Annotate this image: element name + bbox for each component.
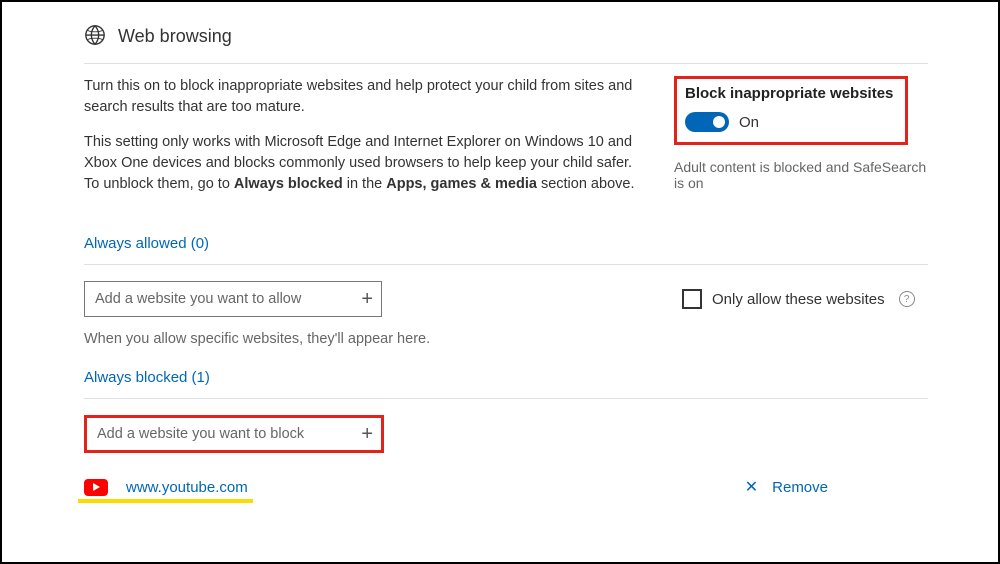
allow-input-container[interactable]: + [84,281,382,317]
block-input-container[interactable]: + [84,415,384,453]
remove-button[interactable]: ✕ Remove [745,477,828,497]
section-header: Web browsing [84,24,928,49]
help-icon[interactable]: ? [899,291,915,307]
close-icon: ✕ [745,477,758,497]
only-allow-label: Only allow these websites [712,291,885,308]
always-allowed-link[interactable]: Always allowed (0) [84,235,928,252]
only-allow-checkbox[interactable] [682,289,702,309]
plus-icon[interactable]: + [361,288,373,311]
toggle-state-label: On [739,114,759,131]
youtube-icon [84,479,108,496]
remove-label: Remove [772,479,828,496]
allow-website-input[interactable] [95,291,335,307]
description-2: This setting only works with Microsoft E… [84,132,644,195]
block-title: Block inappropriate websites [685,85,893,102]
always-blocked-link[interactable]: Always blocked (1) [84,369,928,386]
divider [84,264,928,265]
block-status-text: Adult content is blocked and SafeSearch … [674,159,928,191]
allow-hint: When you allow specific websites, they'l… [84,331,928,347]
plus-icon[interactable]: + [361,423,373,446]
blocked-site-link[interactable]: www.youtube.com [126,479,248,496]
block-website-input[interactable] [97,426,337,442]
highlight-box-toggle: Block inappropriate websites On [674,76,908,145]
page-title: Web browsing [118,26,232,47]
blocked-site-row: www.youtube.com ✕ Remove [84,477,928,497]
description-1: Turn this on to block inappropriate webs… [84,76,644,118]
divider [84,398,928,399]
block-toggle[interactable] [685,112,729,132]
globe-icon [84,24,106,49]
highlight-underline [78,499,253,503]
